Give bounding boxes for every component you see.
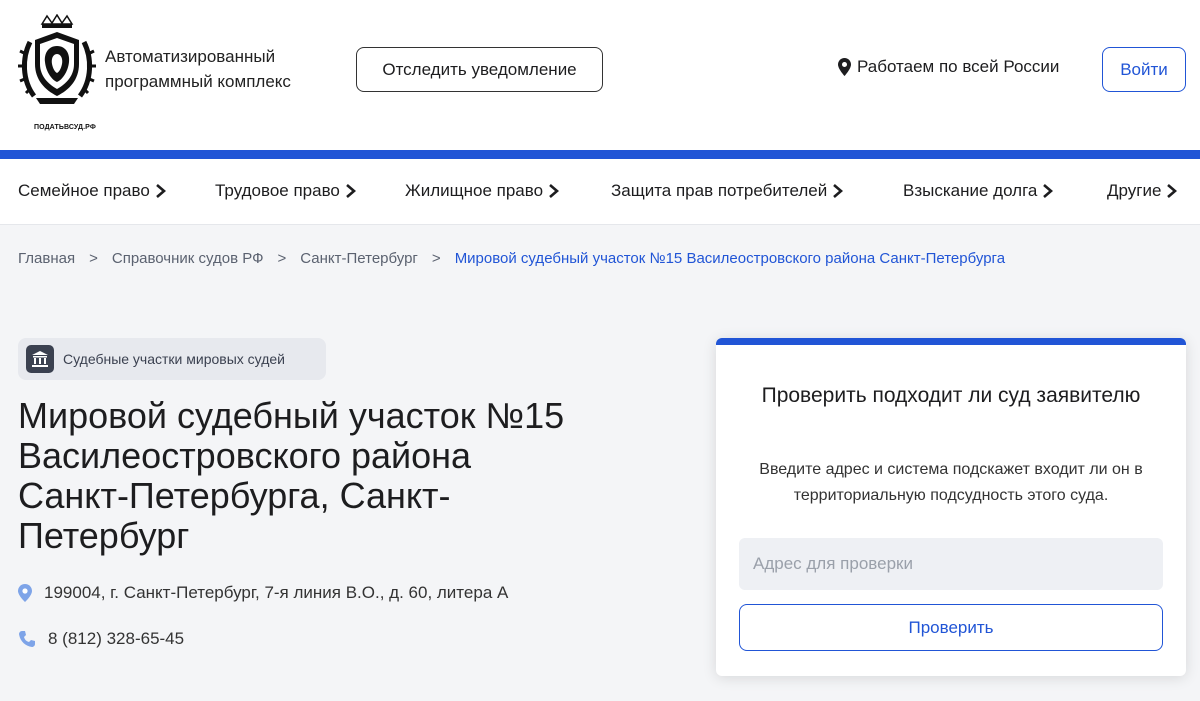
- nav-item-label: Другие: [1107, 181, 1162, 200]
- category-badge-label: Судебные участки мировых судей: [63, 351, 285, 367]
- map-pin-icon: [838, 58, 851, 76]
- brand-text: Автоматизированный программный комплекс: [105, 44, 291, 94]
- login-button[interactable]: Войти: [1102, 47, 1186, 92]
- breadcrumb-home[interactable]: Главная: [18, 250, 75, 267]
- breadcrumb-city[interactable]: Санкт-Петербург: [300, 250, 418, 267]
- logo[interactable]: ПОДАТЬВСУД.РФ: [16, 13, 98, 131]
- site-header: ПОДАТЬВСУД.РФ Автоматизированный програм…: [0, 0, 1200, 150]
- chevron-right-icon: [1167, 184, 1178, 198]
- court-phone[interactable]: 8 (812) 328-65-45: [18, 629, 184, 649]
- chevron-right-icon: [833, 184, 844, 198]
- nav-item-consumer-rights[interactable]: Защита прав потребителей: [611, 181, 844, 201]
- breadcrumb-courts-directory[interactable]: Справочник судов РФ: [112, 250, 264, 267]
- breadcrumb-separator: >: [89, 250, 98, 267]
- nav-item-housing-law[interactable]: Жилищное право: [405, 181, 560, 201]
- nav-item-label: Защита прав потребителей: [611, 181, 828, 200]
- region-text: Работаем по всей России: [857, 57, 1060, 76]
- logo-caption: ПОДАТЬВСУД.РФ: [34, 124, 96, 131]
- nav-item-label: Семейное право: [18, 181, 150, 200]
- nav-item-other[interactable]: Другие: [1107, 181, 1178, 201]
- address-check-input[interactable]: [739, 538, 1163, 590]
- check-card-description: Введите адрес и система подскажет входит…: [759, 461, 1143, 504]
- courthouse-icon: [26, 345, 54, 373]
- nav-item-label: Жилищное право: [405, 181, 544, 200]
- nav-item-labor-law[interactable]: Трудовое право: [215, 181, 356, 201]
- check-card-title: Проверить подходит ли суд заявителю: [761, 384, 1141, 407]
- breadcrumb-separator: >: [431, 250, 441, 267]
- breadcrumb-current: Мировой судебный участок №15 Василеостро…: [454, 250, 1006, 267]
- nav-item-label: Взыскание долга: [903, 181, 1038, 200]
- phone-icon: [19, 631, 35, 647]
- chevron-right-icon: [549, 184, 560, 198]
- brand-line-1: Автоматизированный: [105, 47, 276, 66]
- region-indicator: Работаем по всей России: [838, 57, 1059, 77]
- chevron-right-icon: [1043, 184, 1054, 198]
- court-phone-text: 8 (812) 328-65-45: [48, 629, 185, 648]
- category-nav: Семейное право Трудовое право Жилищное п…: [0, 159, 1200, 225]
- court-address: 199004, г. Санкт-Петербург, 7-я линия В.…: [18, 583, 508, 603]
- nav-item-debt-collection[interactable]: Взыскание долга: [903, 181, 1054, 201]
- breadcrumb-separator: >: [277, 250, 287, 267]
- chevron-right-icon: [346, 184, 356, 198]
- breadcrumb: Главная > Справочник судов РФ > Санкт-Пе…: [18, 250, 1005, 267]
- nav-item-label: Трудовое право: [215, 181, 340, 200]
- header-accent-line: [0, 150, 1200, 159]
- track-notification-button[interactable]: Отследить уведомление: [356, 47, 603, 92]
- check-button[interactable]: Проверить: [739, 604, 1163, 651]
- court-address-text: 199004, г. Санкт-Петербург, 7-я линия В.…: [44, 583, 509, 602]
- lion-shield-logo-icon: [18, 13, 96, 104]
- nav-item-family-law[interactable]: Семейное право: [18, 181, 166, 201]
- location-pin-icon: [18, 584, 32, 602]
- brand-line-2: программный комплекс: [105, 72, 291, 91]
- category-badge[interactable]: Судебные участки мировых судей: [18, 338, 326, 380]
- page-title: Мировой судебный участок №15 Василеостро…: [18, 395, 565, 556]
- jurisdiction-check-card: Проверить подходит ли суд заявителю Введ…: [716, 338, 1186, 676]
- chevron-right-icon: [155, 184, 166, 198]
